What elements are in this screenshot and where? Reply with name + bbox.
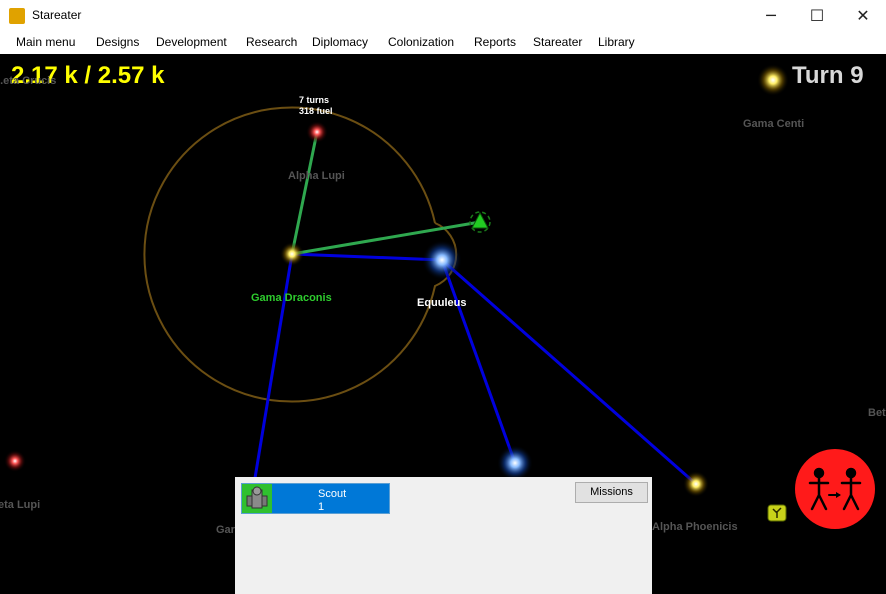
menu-bar: Main menu Designs Development Research D… bbox=[0, 31, 886, 55]
route-fuel: 318 fuel bbox=[299, 106, 333, 116]
end-turn-icon bbox=[808, 467, 862, 511]
star-label: Alpha Phoenicis bbox=[652, 521, 738, 533]
menu-colonization[interactable]: Colonization bbox=[388, 35, 454, 49]
app-logo-icon bbox=[9, 8, 25, 24]
fleet-route bbox=[290, 131, 319, 255]
menu-reports[interactable]: Reports bbox=[474, 35, 516, 49]
route-turns: 7 turns bbox=[299, 95, 330, 105]
fleet-name: Scout bbox=[318, 488, 347, 500]
starlane bbox=[253, 253, 294, 479]
window-title: Stareater bbox=[32, 8, 82, 22]
star-label: Alpha Lupi bbox=[288, 170, 345, 182]
menu-stareater[interactable]: Stareater bbox=[533, 35, 582, 49]
menu-library[interactable]: Library bbox=[598, 35, 635, 49]
scout-ship-icon bbox=[242, 484, 272, 513]
starlane bbox=[441, 258, 697, 486]
star-blue-south[interactable] bbox=[497, 445, 533, 481]
missions-button[interactable]: Missions bbox=[575, 482, 648, 503]
star-label: Equuleus bbox=[417, 297, 467, 309]
title-bar: Stareater ─ ☐ ✕ bbox=[0, 0, 886, 31]
star-alpha-lupi[interactable] bbox=[306, 121, 328, 143]
star-equuleus[interactable] bbox=[422, 240, 462, 280]
maximize-button[interactable]: ☐ bbox=[794, 0, 840, 31]
menu-research[interactable]: Research bbox=[246, 35, 297, 49]
menu-designs[interactable]: Designs bbox=[96, 35, 139, 49]
menu-main-menu[interactable]: Main menu bbox=[16, 35, 75, 49]
star-gama-centi[interactable] bbox=[757, 64, 789, 96]
star-label: eta Lupi bbox=[0, 499, 41, 511]
star-label: Bet bbox=[868, 407, 886, 419]
menu-diplomacy[interactable]: Diplomacy bbox=[312, 35, 368, 49]
minimize-button[interactable]: ─ bbox=[748, 0, 794, 31]
star-label: Gama Centi bbox=[743, 118, 805, 130]
tree-icon[interactable] bbox=[767, 504, 787, 522]
starlane bbox=[291, 252, 443, 262]
star-label: ...eta Crucis bbox=[0, 75, 57, 87]
star-eta-lupi[interactable] bbox=[4, 450, 26, 472]
fleet-panel: Scout 1 Missions bbox=[235, 477, 652, 594]
end-turn-button[interactable] bbox=[795, 449, 875, 529]
turn-counter: Turn 9 bbox=[792, 62, 864, 89]
fleet-list-item[interactable]: Scout 1 bbox=[241, 483, 390, 514]
menu-development[interactable]: Development bbox=[156, 35, 227, 49]
star-gama-draconis[interactable] bbox=[280, 242, 304, 266]
star-label: Gama Draconis bbox=[251, 292, 332, 304]
close-button[interactable]: ✕ bbox=[840, 0, 886, 31]
star-label: Gar bbox=[216, 524, 235, 536]
star-alpha-phoenicis[interactable] bbox=[683, 471, 709, 497]
fleet-count: 1 bbox=[318, 501, 325, 513]
